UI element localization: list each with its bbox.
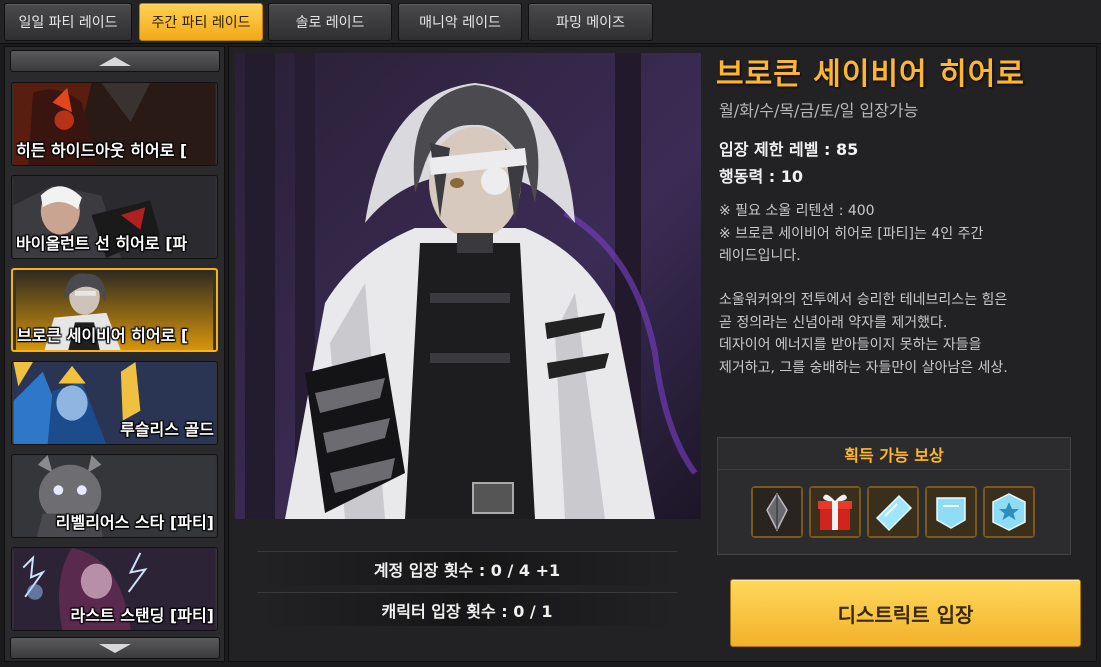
raid-list-item[interactable]: 루슬리스 골드 <box>11 361 218 445</box>
raid-list-item[interactable]: 리벨리어스 스타 [파티] <box>11 454 218 538</box>
raid-story: 소울워커와의 전투에서 승리한 테네브리스는 힘은 곧 정의라는 신념아래 약자… <box>719 289 1079 379</box>
star-ticket-graphic <box>985 488 1033 536</box>
ticket-icon[interactable] <box>867 486 919 538</box>
raid-list-item[interactable]: 바이올런트 선 히어로 [파 <box>11 175 218 259</box>
enter-district-button[interactable]: 디스트릭트 입장 <box>730 579 1081 647</box>
raid-title: 브로큰 세이비어 히어로 <box>716 57 1025 92</box>
note-line: 레이드입니다. <box>719 248 801 264</box>
raid-list-panel: 히든 하이드아웃 히어로 [ 바이올런트 선 히어로 [파 브로큰 세이비어 히… <box>4 46 225 662</box>
note-line: ※ 브로큰 세이비어 히어로 [파티]는 4인 주간 <box>719 225 984 242</box>
dark-crystal-graphic <box>753 488 801 536</box>
account-entry-count: 계정 입장 횟수 : 0 / 4 +1 <box>257 551 677 585</box>
ticket-graphic <box>869 488 917 536</box>
raid-name: 바이올런트 선 히어로 [파 <box>16 234 188 253</box>
rewards-title: 획득 가능 보상 <box>718 438 1070 470</box>
level-limit: 입장 제한 레벨 : 85 <box>719 140 859 159</box>
star-ticket-icon[interactable] <box>983 486 1035 538</box>
entry-days: 월/화/수/목/금/토/일 입장가능 <box>719 101 919 120</box>
scroll-down-button[interactable] <box>10 637 220 659</box>
tab-maniac-raid[interactable]: 매니악 레이드 <box>398 3 522 41</box>
story-line: 곧 정의라는 신념아래 약자를 제거했다. <box>719 314 948 331</box>
story-line: 소울워커와의 전투에서 승리한 테네브리스는 힘은 <box>719 292 1008 308</box>
tab-farming-maze[interactable]: 파밍 메이즈 <box>528 3 653 41</box>
chevron-up-icon <box>99 56 131 66</box>
rewards-panel: 획득 가능 보상 <box>717 437 1071 555</box>
gift-box-graphic <box>811 488 859 536</box>
ticket-graphic <box>927 488 975 536</box>
raid-list-item[interactable]: 히든 하이드아웃 히어로 [ <box>11 82 218 166</box>
story-line: 데자이어 에너지를 받아들이지 못하는 자들을 <box>719 337 982 353</box>
tab-solo-raid[interactable]: 솔로 레이드 <box>268 3 392 41</box>
dark-crystal-icon[interactable] <box>751 486 803 538</box>
raid-list-item[interactable]: 라스트 스탠딩 [파티] <box>11 547 218 631</box>
chevron-down-icon <box>99 643 131 653</box>
raid-detail-panel: 계정 입장 횟수 : 0 / 4 +1 캐릭터 입장 횟수 : 0 / 1 브로… <box>228 46 1097 662</box>
raid-name: 라스트 스탠딩 [파티] <box>70 606 214 625</box>
raid-name: 리벨리어스 스타 [파티] <box>55 513 214 532</box>
boss-illustration <box>235 53 701 519</box>
raid-category-tabs: 일일 파티 레이드 주간 파티 레이드 솔로 레이드 매니악 레이드 파밍 메이… <box>0 0 1101 44</box>
raid-name: 루슬리스 골드 <box>120 420 214 439</box>
tab-weekly-party-raid[interactable]: 주간 파티 레이드 <box>139 3 263 41</box>
scroll-up-button[interactable] <box>10 50 220 72</box>
ticket-icon[interactable] <box>925 486 977 538</box>
raid-name: 히든 하이드아웃 히어로 [ <box>16 141 188 160</box>
gift-box-icon[interactable] <box>809 486 861 538</box>
note-line: ※ 필요 소울 리텐션 : 400 <box>719 203 875 219</box>
story-line: 제거하고, 그를 숭배하는 자들만이 살아남은 세상. <box>719 359 1008 376</box>
raid-notes: ※ 필요 소울 리텐션 : 400 ※ 브로큰 세이비어 히어로 [파티]는 4… <box>719 200 1079 268</box>
character-entry-count: 캐릭터 입장 횟수 : 0 / 1 <box>257 592 677 626</box>
action-power: 행동력 : 10 <box>719 167 803 186</box>
boss-artwork <box>235 53 701 519</box>
tab-daily-party-raid[interactable]: 일일 파티 레이드 <box>4 3 132 41</box>
raid-list-item-selected[interactable]: 브로큰 세이비어 히어로 [ <box>11 268 218 352</box>
raid-name: 브로큰 세이비어 히어로 [ <box>17 326 189 345</box>
